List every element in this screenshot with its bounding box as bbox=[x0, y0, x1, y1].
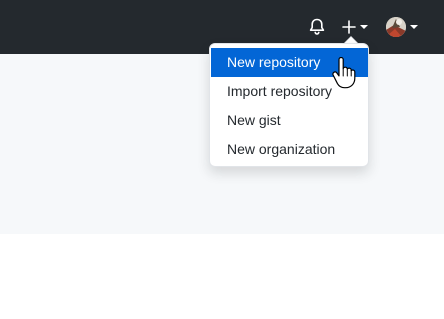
notifications-button[interactable] bbox=[306, 15, 328, 39]
menu-item-import-repository[interactable]: Import repository bbox=[211, 77, 368, 106]
profile-menu-button[interactable] bbox=[382, 13, 422, 41]
caret-down-icon bbox=[410, 25, 418, 29]
avatar-image bbox=[386, 17, 406, 37]
menu-item-new-repository[interactable]: New repository bbox=[211, 48, 368, 77]
bell-icon bbox=[309, 18, 325, 35]
create-new-button[interactable] bbox=[337, 15, 373, 39]
menu-item-new-organization[interactable]: New organization bbox=[211, 135, 368, 164]
avatar bbox=[386, 17, 406, 37]
create-dropdown-menu: New repository Import repository New gis… bbox=[209, 43, 369, 167]
caret-down-icon bbox=[360, 25, 368, 29]
menu-item-new-gist[interactable]: New gist bbox=[211, 106, 368, 135]
plus-icon bbox=[342, 20, 356, 34]
